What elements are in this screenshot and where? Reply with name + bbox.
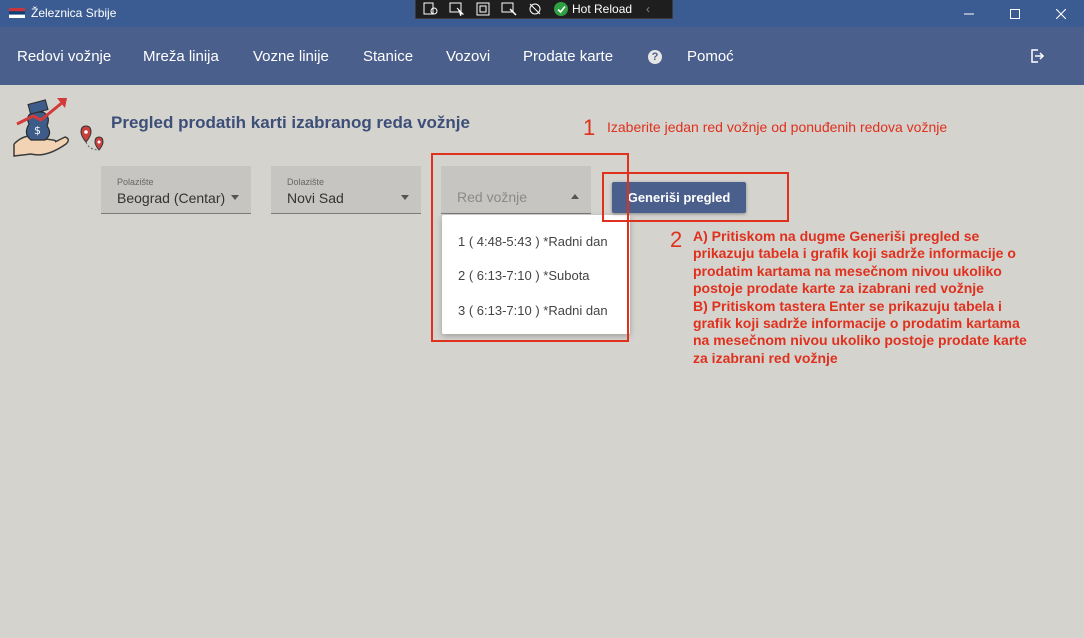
binding-failures-icon[interactable]	[524, 1, 546, 18]
departure-label: Polazište	[117, 177, 154, 187]
debug-toolbar: Hot Reload ‹	[415, 0, 673, 19]
annotation-line: za izabrani red vožnje	[693, 349, 838, 366]
menu-item-stanice[interactable]: Stanice	[363, 48, 413, 65]
menu-item-vozovi[interactable]: Vozovi	[446, 48, 490, 65]
arrival-dropdown[interactable]: Dolazište Novi Sad	[271, 166, 421, 214]
main-menu: Redovi vožnje Mreža linija Vozne linije …	[0, 27, 1084, 85]
annotation-highlight-button	[602, 172, 789, 222]
close-button[interactable]	[1038, 0, 1084, 27]
select-element-icon[interactable]	[446, 1, 468, 18]
logout-icon[interactable]	[1029, 48, 1045, 64]
annotation-line: prikazuju tabela i grafik koji sadrže in…	[693, 245, 1016, 262]
departure-dropdown[interactable]: Polazište Beograd (Centar)	[101, 166, 251, 214]
ticket-sales-logo-icon: $	[13, 98, 104, 157]
help-icon[interactable]: ?	[648, 50, 662, 64]
menu-item-redovi-voznje[interactable]: Redovi vožnje	[17, 48, 111, 65]
arrival-label: Dolazište	[287, 177, 325, 187]
annotation-step-1-text: Izaberite jedan red vožnje od ponuđenih …	[607, 119, 948, 135]
annotation-step-2-text: A) Pritiskom na dugme Generiši pregled s…	[693, 228, 1078, 367]
close-icon	[1056, 8, 1066, 19]
maximize-icon	[1010, 8, 1020, 19]
serbia-flag-icon	[9, 8, 25, 18]
maximize-button[interactable]	[992, 0, 1038, 27]
check-icon	[554, 2, 568, 16]
annotation-highlight-dropdown	[431, 153, 629, 342]
chevron-left-icon[interactable]: ‹	[646, 2, 650, 16]
menu-item-prodate-karte[interactable]: Prodate karte	[523, 48, 613, 65]
menu-item-vozne-linije[interactable]: Vozne linije	[253, 48, 329, 65]
annotation-line: B) Pritiskom tastera Enter se prikazuju …	[693, 297, 1002, 314]
page-title: Pregled prodatih karti izabranog reda vo…	[111, 113, 470, 132]
menu-item-mreza-linija[interactable]: Mreža linija	[143, 48, 219, 65]
annotation-line: A) Pritiskom na dugme Generiši pregled s…	[693, 228, 980, 244]
chevron-down-icon	[231, 195, 239, 200]
live-visual-tree-icon[interactable]	[420, 1, 442, 18]
minimize-button[interactable]	[946, 0, 992, 27]
display-layout-adorners-icon[interactable]	[472, 1, 494, 18]
annotation-line: postoje prodate karte za izabrani red vo…	[693, 280, 984, 297]
svg-text:$: $	[34, 124, 41, 137]
arrival-value: Novi Sad	[287, 190, 344, 206]
departure-value: Beograd (Centar)	[117, 190, 226, 206]
annotation-line: grafik koji sadrže informacije o prodati…	[693, 315, 1020, 332]
hot-reload-indicator[interactable]: Hot Reload	[554, 2, 632, 16]
minimize-icon	[964, 13, 974, 14]
annotation-line: prodatim kartama na mesečnom nivou ukoli…	[693, 262, 1002, 279]
hot-reload-label: Hot Reload	[572, 2, 633, 16]
annotation-step-1-number: 1	[583, 115, 596, 140]
window-title: Železnica Srbije	[31, 6, 117, 20]
annotation-step-2-number: 2	[670, 227, 683, 252]
track-focus-icon[interactable]	[498, 1, 520, 18]
annotation-line: na mesečnom nivou ukoliko postoje prodat…	[693, 332, 1027, 349]
menu-item-pomoc[interactable]: Pomoć	[687, 48, 734, 65]
chevron-down-icon	[401, 195, 409, 200]
